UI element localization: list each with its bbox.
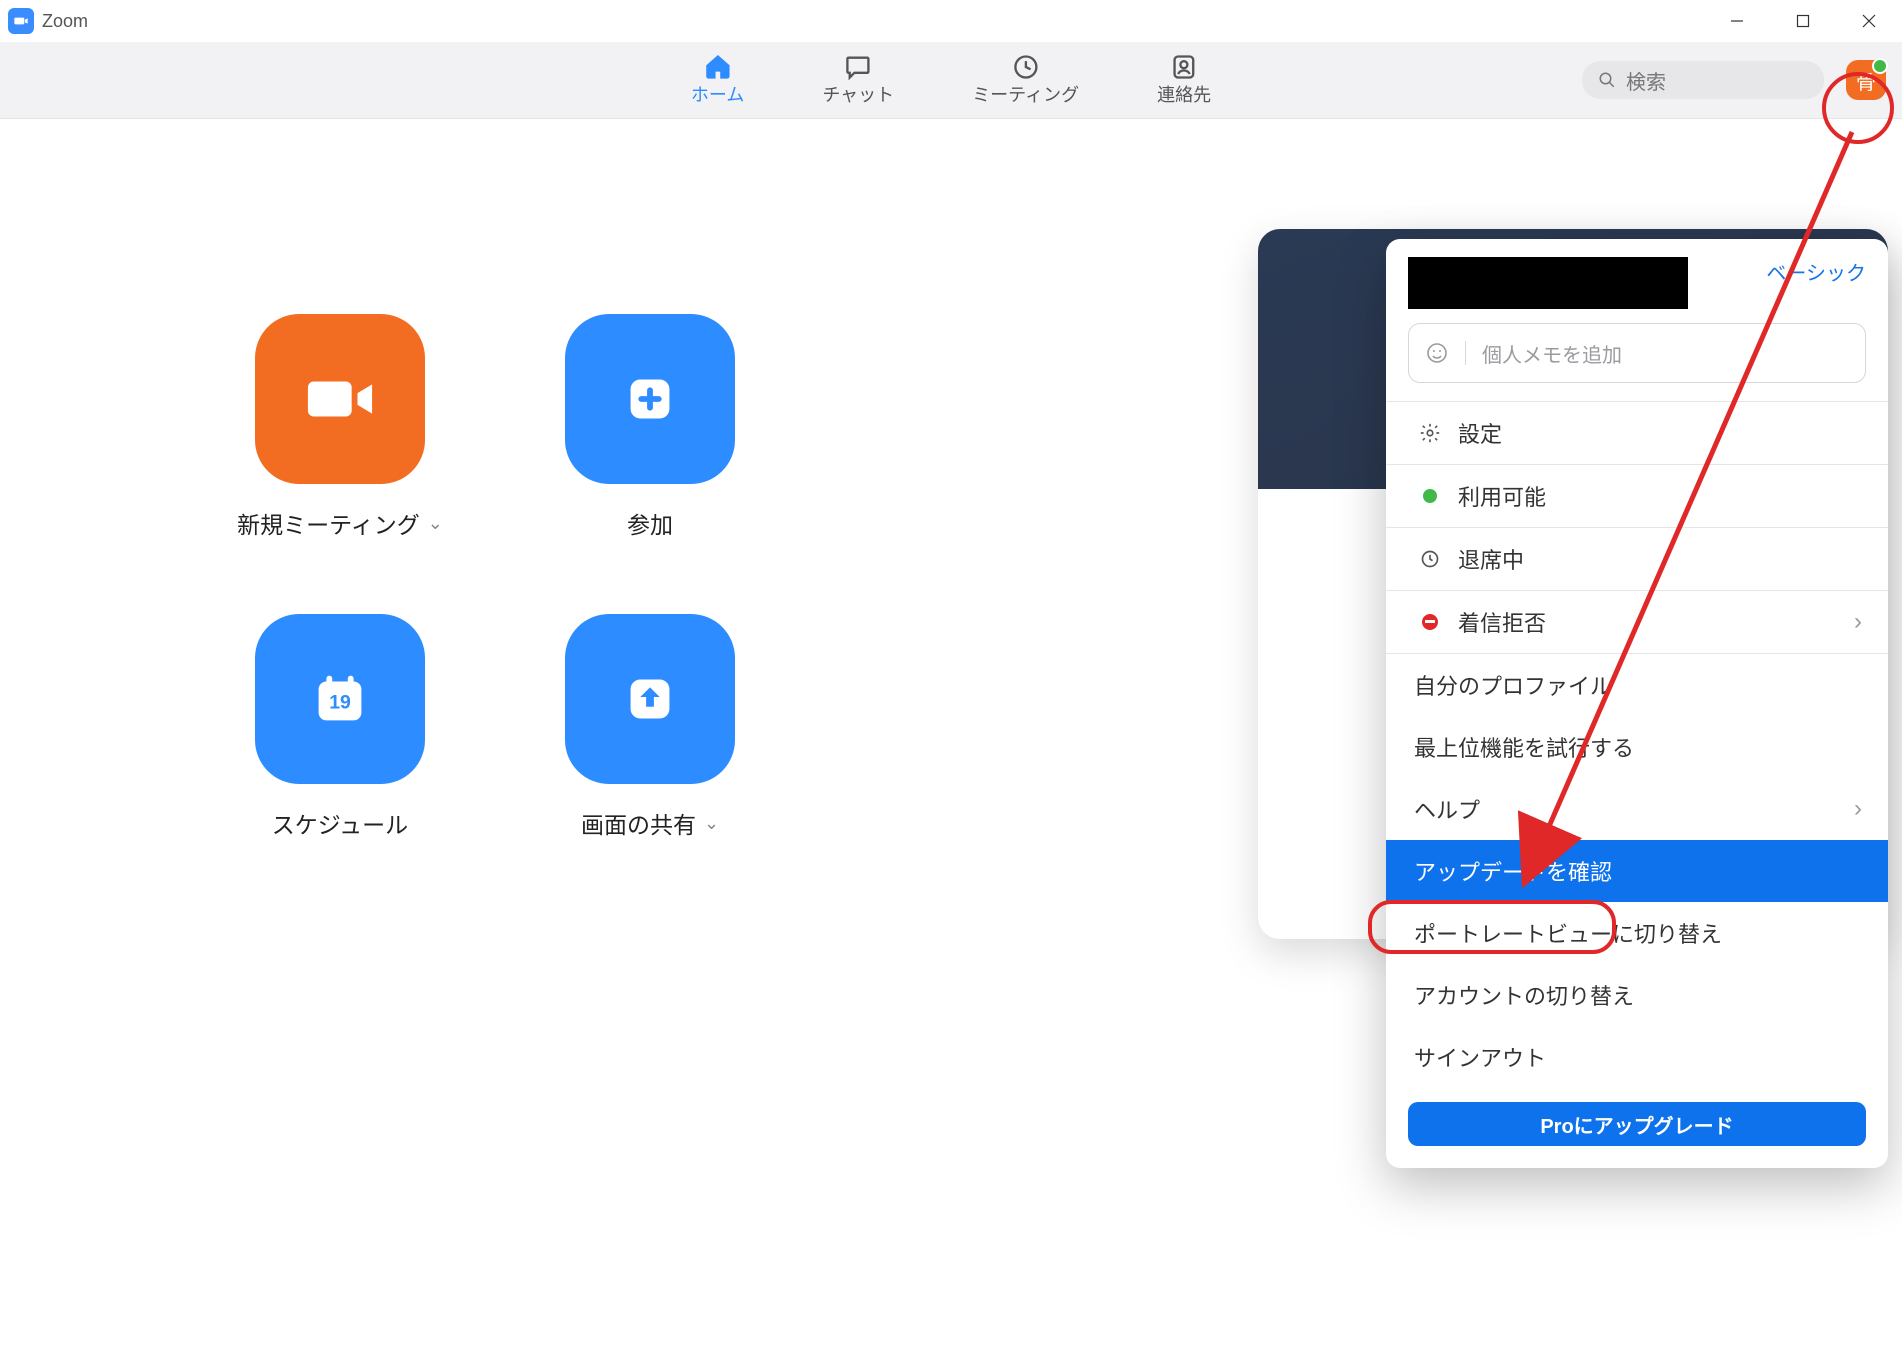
share-screen-button[interactable] [565,614,735,784]
tab-chat[interactable]: チャット [822,53,894,107]
menu-signout[interactable]: サインアウト [1386,1026,1888,1088]
chevron-right-icon: › [1854,795,1862,823]
window-maximize-button[interactable] [1770,0,1836,42]
menu-help[interactable]: ヘルプ › [1386,778,1888,840]
chevron-down-icon: ⌄ [704,813,719,834]
search-placeholder: 検索 [1626,66,1666,95]
tab-label: チャット [822,81,894,107]
chevron-down-icon: ⌄ [428,513,443,534]
calendar-icon: 19 [305,664,375,734]
share-up-icon [615,664,685,734]
app-icon [8,8,34,34]
schedule-label: スケジュール [272,806,408,840]
contacts-icon [1170,53,1198,81]
profile-name-redacted [1408,257,1688,309]
menu-check-update[interactable]: アップデートを確認 [1386,840,1888,902]
profile-avatar-button[interactable]: 骨 [1846,60,1886,100]
main-area: 新規ミーティング ⌄ 参加 19 スケジュール 画面の共有 ⌄ [0,119,1902,1350]
join-label: 参加 [627,506,673,540]
chevron-right-icon: › [1854,608,1862,636]
plan-badge: ベーシック [1766,257,1866,286]
profile-menu: ベーシック 個人メモを追加 設定 利用可能 退 [1386,239,1888,1168]
upgrade-pro-button[interactable]: Proにアップグレード [1408,1102,1866,1146]
menu-switch-account[interactable]: アカウントの切り替え [1386,964,1888,1026]
menu-status-available[interactable]: 利用可能 [1386,465,1888,527]
clock-icon [1012,53,1040,81]
menu-portrait-view[interactable]: ポートレートビューに切り替え [1386,902,1888,964]
personal-note-placeholder: 個人メモを追加 [1466,339,1865,368]
status-away-icon [1414,549,1446,569]
menu-status-away[interactable]: 退席中 [1386,528,1888,590]
new-meeting-button[interactable] [255,314,425,484]
search-input[interactable]: 検索 [1582,61,1824,99]
new-meeting-label[interactable]: 新規ミーティング ⌄ [237,506,443,540]
tab-label: 連絡先 [1157,81,1211,107]
personal-note-input[interactable]: 個人メモを追加 [1408,323,1866,383]
menu-status-dnd[interactable]: 着信拒否 › [1386,591,1888,653]
status-dnd-icon [1414,614,1446,630]
tab-label: ホーム [691,81,744,107]
app-title: Zoom [42,11,88,32]
window-minimize-button[interactable] [1704,0,1770,42]
search-icon [1598,71,1616,89]
share-screen-label[interactable]: 画面の共有 ⌄ [581,806,719,840]
menu-try-top-features[interactable]: 最上位機能を試行する [1386,716,1888,778]
tab-meetings[interactable]: ミーティング [972,53,1079,107]
tab-home[interactable]: ホーム [691,53,744,107]
schedule-button[interactable]: 19 [255,614,425,784]
join-button[interactable] [565,314,735,484]
menu-settings[interactable]: 設定 [1386,402,1888,464]
window-titlebar: Zoom [0,0,1902,42]
plus-icon [615,364,685,434]
home-icon [704,53,732,81]
tab-contacts[interactable]: 連絡先 [1157,53,1211,107]
presence-dot-icon [1872,58,1888,74]
status-available-icon [1414,489,1446,503]
tab-label: ミーティング [972,81,1079,107]
gear-icon [1414,422,1446,444]
window-close-button[interactable] [1836,0,1902,42]
svg-text:19: 19 [329,692,351,714]
menu-my-profile[interactable]: 自分のプロファイル [1386,654,1888,716]
video-icon [305,364,375,434]
chat-icon [844,53,872,81]
top-navbar: ホーム チャット ミーティング 連絡先 検索 骨 [0,42,1902,119]
emoji-icon[interactable] [1409,341,1466,365]
